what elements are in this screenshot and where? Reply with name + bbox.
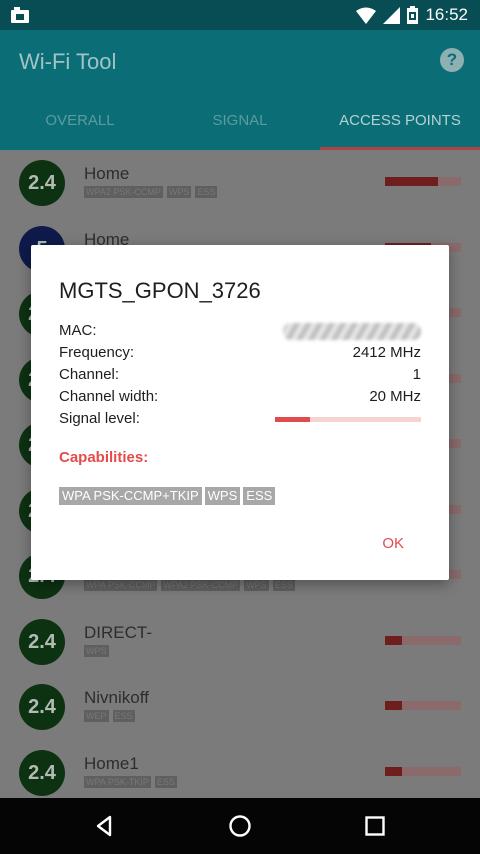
band-badge: 2.4 xyxy=(19,160,65,206)
navigation-bar xyxy=(0,798,480,854)
ok-button[interactable]: OK xyxy=(382,535,404,552)
band-badge: 2.4 xyxy=(19,749,65,796)
signal-bar xyxy=(385,635,461,645)
signal-level-bar xyxy=(275,417,421,422)
tab-access-points[interactable]: ACCESS POINTS xyxy=(320,92,480,150)
capabilities-badges: WPA PSK-CCMP+TKIP WPS ESS xyxy=(59,487,276,505)
security-badges: WPS xyxy=(84,644,109,657)
channel-value: 1 xyxy=(412,366,421,383)
signal-bar-fill xyxy=(385,701,402,710)
security-badge: WPA2 PSK-CCMP xyxy=(161,579,241,591)
mac-row: MAC: xyxy=(59,320,421,342)
capabilities-label: Capabilities: xyxy=(59,449,149,466)
frequency-label: Frequency: xyxy=(59,344,135,361)
signal-bar-fill xyxy=(385,766,402,776)
security-badges: WPA PSK-CCMP WPA2 PSK-CCMP WPS ESS xyxy=(84,579,295,591)
app-title: Wi-Fi Tool xyxy=(19,49,117,74)
tab-signal[interactable]: SIGNAL xyxy=(160,92,320,150)
clock: 16:52 xyxy=(425,5,468,24)
frequency-row: Frequency: 2412 MHz xyxy=(59,342,421,364)
security-badge: WEP xyxy=(84,710,109,722)
security-badge: WPA PSK-TKIP xyxy=(84,775,151,788)
cell-signal-icon xyxy=(383,6,401,24)
back-icon[interactable] xyxy=(90,812,118,840)
band-badge: 2.4 xyxy=(19,618,65,665)
signal-bar-fill xyxy=(385,635,402,645)
dialog-title: MGTS_GPON_3726 xyxy=(59,278,261,303)
battery-icon xyxy=(407,6,419,24)
access-point-row[interactable]: 2.4 DIRECT- WPS xyxy=(0,609,480,674)
signal-level-fill xyxy=(275,417,311,422)
signal-bar-fill xyxy=(385,177,439,186)
security-badge: WPA PSK-CCMP xyxy=(84,579,158,591)
security-badges: WPA PSK-TKIP ESS xyxy=(84,775,177,788)
ap-info: MAC: Frequency: 2412 MHz Channel: 1 Chan… xyxy=(59,320,421,430)
frequency-value: 2412 MHz xyxy=(352,344,421,361)
security-badge: WPS xyxy=(166,186,192,198)
channel-width-label: Channel width: xyxy=(59,388,159,405)
signal-label: Signal level: xyxy=(59,410,140,427)
ssid-label: DIRECT- xyxy=(84,622,152,642)
ssid-label: Home1 xyxy=(84,753,139,773)
tab-bar: OVERALL SIGNAL ACCESS POINTS xyxy=(0,92,480,150)
mac-label: MAC: xyxy=(59,322,97,339)
recents-icon[interactable] xyxy=(361,812,389,840)
security-badges: WEP ESS xyxy=(84,710,135,722)
security-badge: ESS xyxy=(112,710,135,722)
signal-bar xyxy=(385,701,461,710)
security-badges: WPA2 PSK-CCMP WPS ESS xyxy=(84,186,218,198)
security-badge: WPS xyxy=(244,579,269,591)
security-badge: ESS xyxy=(154,775,177,788)
access-point-row[interactable]: 2.4 Home1 WPA PSK-TKIP ESS xyxy=(0,740,480,799)
status-bar: 16:52 xyxy=(0,0,480,30)
security-badge: ESS xyxy=(195,186,218,198)
security-badge: ESS xyxy=(272,579,295,591)
security-badge: WPS xyxy=(84,644,109,657)
capability-badge: WPA PSK-CCMP+TKIP xyxy=(59,487,202,505)
access-point-dialog: MGTS_GPON_3726 MAC: Frequency: 2412 MHz … xyxy=(31,245,449,580)
channel-width-value: 20 MHz xyxy=(369,388,421,405)
notification-icon xyxy=(11,7,29,23)
channel-width-row: Channel width: 20 MHz xyxy=(59,386,421,408)
access-point-row[interactable]: 2.4 Home WPA2 PSK-CCMP WPS ESS xyxy=(0,150,480,215)
signal-row: Signal level: xyxy=(59,408,421,430)
access-point-row[interactable]: 2.4 Nivnikoff WEP ESS xyxy=(0,674,480,739)
security-badge: WPA2 PSK-CCMP xyxy=(84,186,163,198)
mac-value-redacted xyxy=(283,323,421,340)
ssid-label: Home xyxy=(84,164,130,183)
capability-badge: ESS xyxy=(243,487,276,505)
signal-bar xyxy=(385,177,461,186)
capability-badge: WPS xyxy=(204,487,241,505)
app-bar: Wi-Fi Tool ? OVERALL SIGNAL ACCESS POINT… xyxy=(0,30,480,150)
channel-row: Channel: 1 xyxy=(59,364,421,386)
tab-overall[interactable]: OVERALL xyxy=(0,92,160,150)
band-badge: 2.4 xyxy=(19,684,65,730)
signal-bar xyxy=(385,766,461,776)
channel-label: Channel: xyxy=(59,366,120,383)
home-icon[interactable] xyxy=(226,812,254,840)
wifi-icon xyxy=(356,7,377,24)
help-icon[interactable]: ? xyxy=(440,48,464,72)
ssid-label: Nivnikoff xyxy=(84,688,149,707)
